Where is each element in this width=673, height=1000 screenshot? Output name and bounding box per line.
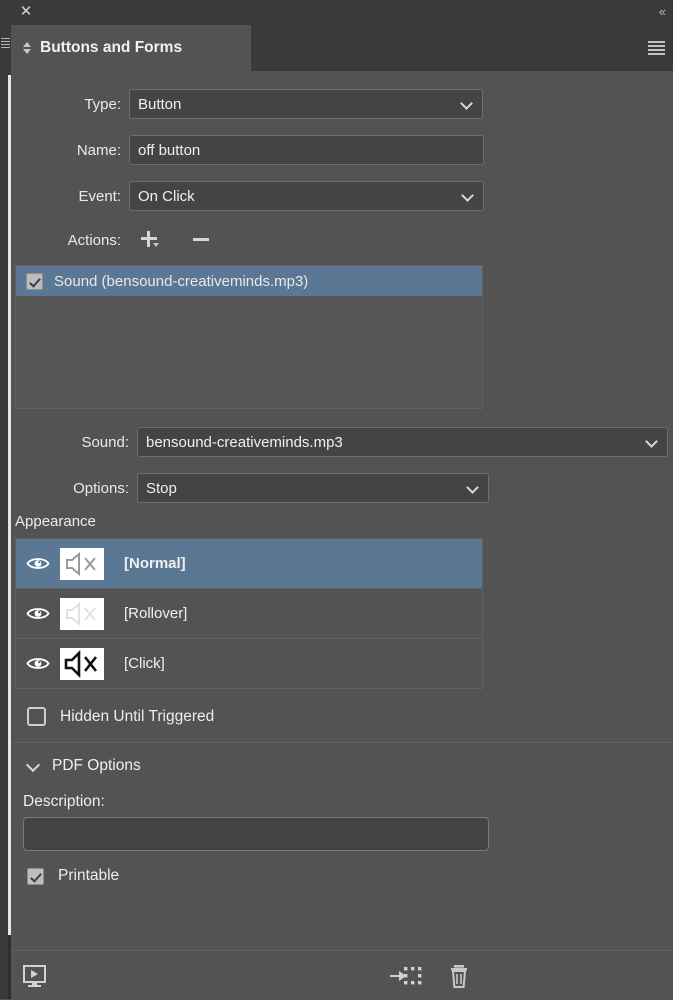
dock-edge-highlight — [8, 75, 11, 935]
appearance-list: [Normal] [Rollover] [Click] — [15, 538, 483, 689]
sound-select[interactable]: bensound-creativeminds.mp3 — [137, 427, 668, 457]
type-label: Type: — [84, 95, 121, 113]
tab-buttons-and-forms[interactable]: Buttons and Forms — [11, 25, 251, 71]
dock-edge-shadow — [8, 935, 11, 999]
sound-label: Sound: — [81, 433, 129, 451]
name-value: off button — [138, 141, 201, 159]
panel-title: Buttons and Forms — [40, 39, 183, 56]
pdf-options-title: PDF Options — [52, 757, 141, 774]
appearance-row-click[interactable]: [Click] — [16, 639, 482, 689]
options-label: Options: — [73, 479, 129, 497]
options-row: Options: Stop — [11, 473, 673, 503]
muted-speaker-icon — [60, 597, 104, 630]
panel-titlebar: ✕ « — [11, 0, 673, 25]
type-row: Type: Button — [11, 89, 673, 119]
options-select[interactable]: Stop — [137, 473, 489, 503]
action-enabled-checkbox[interactable] — [26, 272, 43, 290]
dock-menu-icon[interactable] — [1, 38, 10, 48]
event-label: Event: — [78, 187, 121, 205]
event-row: Event: On Click — [11, 181, 673, 211]
printable-row[interactable]: Printable — [27, 867, 673, 885]
chevron-down-icon — [462, 98, 473, 109]
description-input[interactable] — [23, 817, 489, 851]
name-input[interactable]: off button — [129, 135, 484, 165]
appearance-state-label: [Click] — [124, 655, 165, 672]
panel-tabstrip: Buttons and Forms — [11, 25, 673, 71]
appearance-row-rollover[interactable]: [Rollover] — [16, 589, 482, 639]
chevron-down-icon — [468, 482, 479, 493]
actions-label: Actions: — [67, 231, 121, 249]
event-select[interactable]: On Click — [129, 181, 484, 211]
sound-row: Sound: bensound-creativeminds.mp3 — [11, 427, 673, 457]
sound-value: bensound-creativeminds.mp3 — [146, 433, 343, 451]
appearance-state-label: [Rollover] — [124, 605, 188, 622]
chevron-down-icon — [463, 190, 474, 201]
event-value: On Click — [138, 187, 195, 205]
muted-speaker-icon — [60, 547, 104, 580]
name-label: Name: — [76, 141, 121, 159]
printable-label: Printable — [58, 867, 120, 884]
actions-row: Actions: — [11, 227, 673, 253]
printable-checkbox[interactable] — [27, 867, 44, 885]
appearance-section-title: Appearance — [15, 513, 96, 530]
appearance-row-normal[interactable]: [Normal] — [16, 539, 482, 589]
hidden-until-triggered-checkbox[interactable] — [27, 707, 46, 726]
add-action-button[interactable] — [139, 229, 163, 251]
action-label: Sound (bensound-creativeminds.mp3) — [54, 272, 309, 290]
type-value: Button — [138, 95, 182, 113]
options-value: Stop — [146, 479, 177, 497]
pdf-options-disclosure[interactable]: PDF Options — [27, 757, 673, 775]
eye-icon[interactable] — [16, 556, 60, 571]
collapse-panel-icon[interactable]: « — [659, 3, 666, 20]
trash-icon[interactable] — [446, 963, 474, 989]
hidden-until-triggered-row[interactable]: Hidden Until Triggered — [27, 707, 673, 726]
remove-action-button[interactable] — [191, 229, 213, 251]
appearance-state-label: [Normal] — [124, 555, 186, 572]
actions-list[interactable]: Sound (bensound-creativeminds.mp3) — [15, 265, 483, 409]
panel-grip-icon — [23, 41, 32, 55]
description-label: Description: — [23, 793, 105, 810]
panel-footer — [11, 950, 673, 1000]
left-dock-rail — [0, 0, 11, 999]
convert-to-object-icon[interactable] — [389, 964, 425, 988]
close-icon[interactable]: ✕ — [18, 4, 34, 20]
section-divider — [11, 742, 673, 743]
name-row: Name: off button — [11, 135, 673, 165]
muted-speaker-icon — [60, 647, 104, 680]
eye-icon[interactable] — [16, 606, 60, 621]
chevron-down-icon — [647, 436, 658, 447]
eye-icon[interactable] — [16, 656, 60, 671]
preview-monitor-icon[interactable] — [21, 964, 49, 988]
panel-menu-icon[interactable] — [648, 41, 665, 55]
type-select[interactable]: Button — [129, 89, 483, 119]
action-list-item[interactable]: Sound (bensound-creativeminds.mp3) — [16, 266, 482, 296]
chevron-down-icon[interactable] — [27, 759, 41, 773]
panel-body: Type: Button Name: off button Event: On … — [11, 71, 673, 950]
hidden-until-triggered-label: Hidden Until Triggered — [60, 707, 215, 725]
